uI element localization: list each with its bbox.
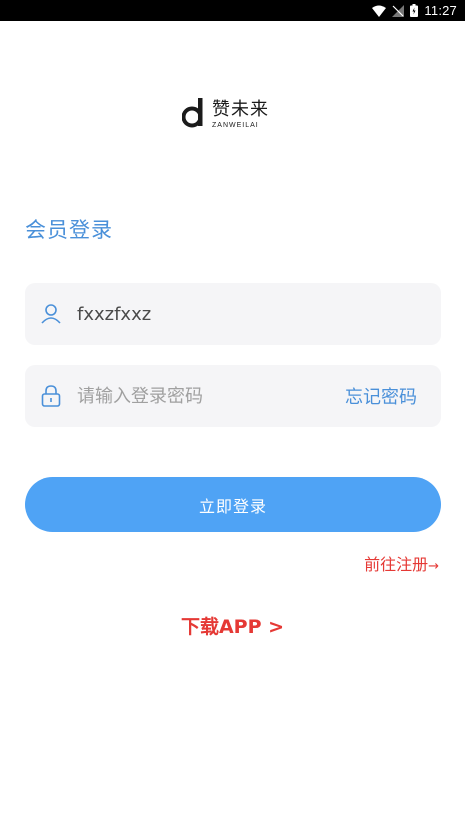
app-logo: 赞未来 ZANWEILAI <box>181 96 269 134</box>
user-icon <box>39 302 63 326</box>
arrow-right-icon: → <box>428 559 439 574</box>
download-app-link[interactable]: 下载APP > <box>0 612 465 639</box>
username-field[interactable] <box>25 283 441 345</box>
password-input[interactable] <box>77 385 317 407</box>
register-label: 前往注册 <box>364 555 429 574</box>
logo-text-en: ZANWEILAI <box>212 122 259 129</box>
status-bar: 11:27 <box>0 0 465 21</box>
battery-icon <box>410 4 419 17</box>
lock-icon <box>39 384 63 408</box>
clock: 11:27 <box>424 3 457 18</box>
login-button[interactable]: 立即登录 <box>25 477 441 532</box>
logo-mark-icon <box>181 98 208 132</box>
forgot-password-link[interactable]: 忘记密码 <box>345 383 417 409</box>
password-field[interactable]: 忘记密码 <box>25 365 441 427</box>
username-input[interactable] <box>77 303 317 325</box>
wifi-icon <box>372 5 387 17</box>
no-signal-icon <box>392 4 405 17</box>
register-link[interactable]: 前往注册→ <box>364 551 439 575</box>
page-title: 会员登录 <box>25 218 113 242</box>
logo-text-cn: 赞未来 <box>212 99 269 120</box>
